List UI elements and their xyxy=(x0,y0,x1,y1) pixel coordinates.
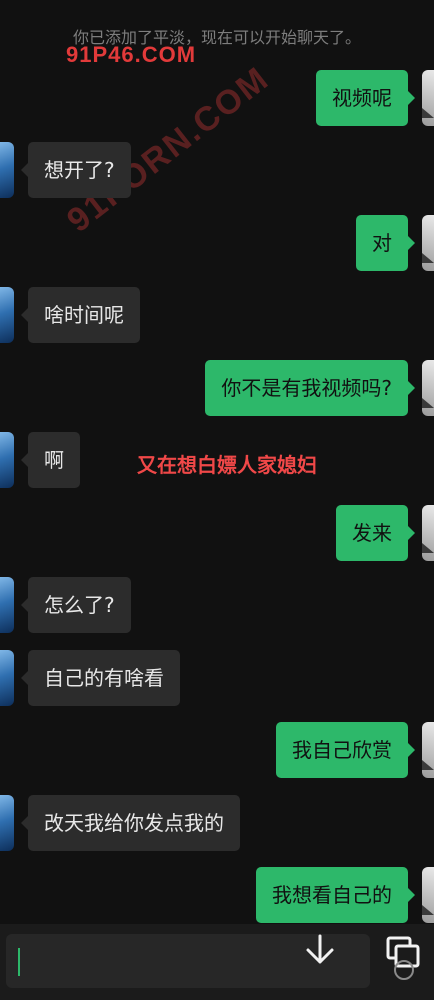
arrow-down-icon[interactable] xyxy=(300,930,340,970)
my-avatar[interactable] xyxy=(422,70,434,126)
message-row: 视频呢 xyxy=(0,70,434,126)
watermark-top: 91P46.COM xyxy=(66,42,197,67)
message-bubble[interactable]: 你不是有我视频吗? xyxy=(205,360,415,416)
contact-avatar[interactable] xyxy=(0,577,14,633)
message-bubble[interactable]: 啊 xyxy=(21,432,80,488)
my-avatar[interactable] xyxy=(422,505,434,561)
my-avatar[interactable] xyxy=(422,215,434,271)
message-row: 对 xyxy=(0,215,434,271)
my-avatar[interactable] xyxy=(422,867,434,923)
contact-avatar[interactable] xyxy=(0,287,14,343)
message-bubble[interactable]: 想开了? xyxy=(21,142,131,198)
message-row: 发来 xyxy=(0,505,434,561)
contact-avatar[interactable] xyxy=(0,650,14,706)
overlay-caption: 又在想白嫖人家媳妇 xyxy=(137,453,317,477)
contact-avatar[interactable] xyxy=(0,795,14,851)
message-bubble[interactable]: 我自己欣赏 xyxy=(276,722,415,778)
my-avatar[interactable] xyxy=(422,722,434,778)
message-bubble[interactable]: 啥时间呢 xyxy=(21,287,140,343)
message-row: 改天我给你发点我的 xyxy=(0,795,434,851)
message-bubble[interactable]: 对 xyxy=(356,215,415,271)
message-row: 啥时间呢 xyxy=(0,287,434,343)
message-bubble[interactable]: 自己的有啥看 xyxy=(21,650,180,706)
message-row: 我自己欣赏 xyxy=(0,722,434,778)
message-bubble[interactable]: 改天我给你发点我的 xyxy=(21,795,240,851)
message-row: 想开了? xyxy=(0,142,434,198)
message-bubble[interactable]: 我想看自己的 xyxy=(256,867,415,923)
input-bar xyxy=(0,924,434,1000)
message-bubble[interactable]: 怎么了? xyxy=(21,577,131,633)
message-row: 自己的有啥看 xyxy=(0,650,434,706)
message-bubble[interactable]: 发来 xyxy=(336,505,415,561)
text-caret xyxy=(18,948,20,976)
message-row: 你不是有我视频吗? xyxy=(0,360,434,416)
contact-avatar[interactable] xyxy=(0,432,14,488)
message-row: 怎么了? xyxy=(0,577,434,633)
my-avatar[interactable] xyxy=(422,360,434,416)
overlapping-squares-icon[interactable] xyxy=(384,934,424,980)
message-row: 我想看自己的 xyxy=(0,867,434,923)
contact-avatar[interactable] xyxy=(0,142,14,198)
message-bubble[interactable]: 视频呢 xyxy=(316,70,415,126)
